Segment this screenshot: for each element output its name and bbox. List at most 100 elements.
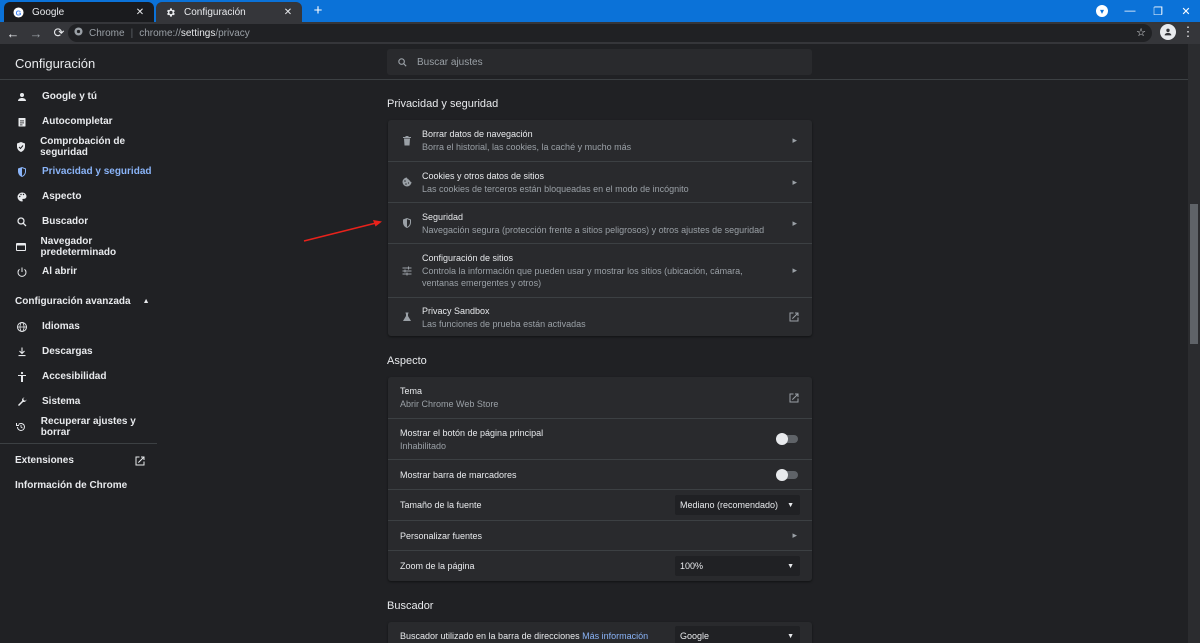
row-subtitle: Las cookies de terceros están bloqueadas… [422, 183, 689, 194]
sidebar-item-appearance[interactable]: Aspecto [0, 184, 157, 209]
url-path: /privacy [215, 27, 250, 39]
row-text: Mostrar barra de marcadores [400, 469, 772, 481]
restore-button[interactable]: ❐ [1144, 0, 1172, 22]
row-security[interactable]: Seguridad Navegación segura (protección … [388, 202, 812, 243]
reload-button[interactable]: ⟳ [49, 23, 69, 43]
sidebar-item-privacy[interactable]: Privacidad y seguridad [0, 159, 157, 184]
row-text: Tema Abrir Chrome Web Store [400, 385, 772, 410]
forward-button[interactable]: → [26, 23, 46, 43]
sidebar-item-about-chrome[interactable]: Información de Chrome [0, 473, 157, 498]
scrollbar[interactable] [1188, 44, 1200, 643]
sidebar-item-accessibility[interactable]: Accesibilidad [0, 364, 157, 389]
appearance-card: Tema Abrir Chrome Web Store Mostrar el b… [388, 377, 812, 581]
tab-settings[interactable]: Configuración ✕ [156, 2, 302, 22]
minimize-button[interactable]: — [1116, 0, 1144, 22]
gear-icon [164, 6, 176, 18]
trash-icon [400, 134, 414, 148]
more-info-link[interactable]: Más información [582, 631, 648, 641]
url-host: settings [180, 27, 216, 39]
flask-icon [400, 310, 414, 324]
section-title-appearance: Aspecto [387, 355, 427, 367]
chevron-down-icon: ▼ [787, 562, 794, 570]
sidebar-item-label: Extensiones [15, 455, 74, 466]
select-value: Google [680, 631, 710, 641]
chevron-up-icon: ▲ [142, 298, 150, 305]
row-bookmarks-bar[interactable]: Mostrar barra de marcadores [388, 459, 812, 489]
sidebar-item-label: Información de Chrome [15, 480, 128, 491]
search-icon [15, 215, 29, 229]
row-clear-browsing-data[interactable]: Borrar datos de navegación Borra el hist… [388, 120, 812, 161]
tab-search-button[interactable]: ▾ [1088, 0, 1116, 22]
sidebar-item-label: Descargas [42, 346, 93, 357]
close-icon[interactable]: ✕ [282, 6, 294, 18]
section-title-search-engine: Buscador [387, 600, 434, 612]
download-icon [15, 345, 29, 359]
row-cookies[interactable]: Cookies y otros datos de sitios Las cook… [388, 161, 812, 202]
sidebar-item-google[interactable]: Google y tú [0, 84, 157, 109]
chrome-icon [74, 27, 83, 39]
toolbar: ← → ⟳ Chrome | chrome://settings/privacy… [0, 22, 1200, 44]
row-site-settings[interactable]: Configuración de sitios Controla la info… [388, 243, 812, 297]
settings-header: Configuración [0, 44, 1188, 80]
globe-icon [15, 320, 29, 334]
tab-google[interactable]: G Google ✕ [4, 2, 154, 22]
bookmarks-bar-toggle[interactable] [776, 468, 798, 481]
row-title: Borrar datos de navegación [422, 129, 533, 139]
separator: | [130, 27, 134, 39]
sidebar-item-default-browser[interactable]: Navegador predeterminado [0, 234, 157, 259]
accessibility-icon [15, 370, 29, 384]
sidebar-advanced-toggle[interactable]: Configuración avanzada ▲ [0, 289, 157, 314]
sidebar-item-reset[interactable]: Recuperar ajustes y borrar [0, 414, 157, 439]
tab-title: Configuración [184, 6, 246, 18]
annotation-arrow-icon [303, 220, 382, 242]
profile-avatar-icon[interactable] [1160, 24, 1176, 40]
sidebar-item-extensions[interactable]: Extensiones [0, 448, 157, 473]
search-engine-select[interactable]: Google ▼ [675, 626, 800, 643]
sidebar-item-label: Buscador [42, 216, 89, 227]
bookmark-star-icon[interactable]: ☆ [1136, 26, 1146, 39]
sidebar-item-languages[interactable]: Idiomas [0, 314, 157, 339]
scrollbar-thumb[interactable] [1190, 204, 1198, 344]
row-subtitle: Inhabilitado [400, 440, 447, 451]
row-home-button[interactable]: Mostrar el botón de página principal Inh… [388, 418, 812, 459]
chevron-right-icon: ▸ [792, 176, 797, 187]
new-tab-button[interactable]: + [309, 3, 327, 19]
row-subtitle: Las funciones de prueba están activadas [422, 318, 586, 329]
row-privacy-sandbox[interactable]: Privacy Sandbox Las funciones de prueba … [388, 297, 812, 336]
home-button-toggle[interactable] [776, 433, 798, 445]
row-title: Seguridad [422, 211, 464, 222]
search-icon [395, 55, 409, 69]
sidebar-item-system[interactable]: Sistema [0, 389, 157, 414]
row-text: Privacy Sandbox Las funciones de prueba … [422, 305, 772, 330]
row-text: Mostrar el botón de página principal Inh… [400, 427, 772, 452]
search-box[interactable] [387, 49, 812, 75]
sidebar-item-safety-check[interactable]: Comprobación de seguridad [0, 134, 157, 159]
row-search-engine: Buscador utilizado en la barra de direcc… [388, 622, 812, 643]
row-customize-fonts[interactable]: Personalizar fuentes ▸ [388, 520, 812, 550]
shield-icon [400, 216, 414, 230]
close-window-button[interactable]: ✕ [1172, 0, 1200, 22]
kebab-menu-icon[interactable]: ⋮ [1180, 24, 1196, 40]
sidebar-item-search-engine[interactable]: Buscador [0, 209, 157, 234]
sidebar-item-downloads[interactable]: Descargas [0, 339, 157, 364]
select-value: 100% [680, 561, 704, 571]
font-size-select[interactable]: Mediano (recomendado) ▼ [675, 495, 800, 515]
back-button[interactable]: ← [3, 23, 23, 43]
toggle-knob [776, 433, 788, 445]
tab-strip: G Google ✕ Configuración ✕ + ▾ — ❐ ✕ [0, 0, 1200, 22]
sidebar-item-autofill[interactable]: Autocompletar [0, 109, 157, 134]
search-input[interactable] [417, 56, 797, 68]
close-icon[interactable]: ✕ [134, 6, 146, 18]
shield-icon [15, 165, 29, 179]
open-external-icon [788, 392, 800, 404]
chevron-right-icon: ▸ [792, 217, 797, 228]
row-subtitle: Abrir Chrome Web Store [400, 399, 499, 409]
zoom-select[interactable]: 100% ▼ [675, 556, 800, 576]
restore-icon [15, 420, 28, 434]
sidebar-item-on-startup[interactable]: Al abrir [0, 259, 157, 284]
address-bar[interactable]: Chrome | chrome://settings/privacy ☆ [68, 24, 1152, 42]
row-title: Cookies y otros datos de sitios [422, 170, 545, 181]
page-title: Configuración [15, 56, 96, 71]
sidebar-item-label: Al abrir [42, 266, 78, 277]
row-theme[interactable]: Tema Abrir Chrome Web Store [388, 377, 812, 418]
